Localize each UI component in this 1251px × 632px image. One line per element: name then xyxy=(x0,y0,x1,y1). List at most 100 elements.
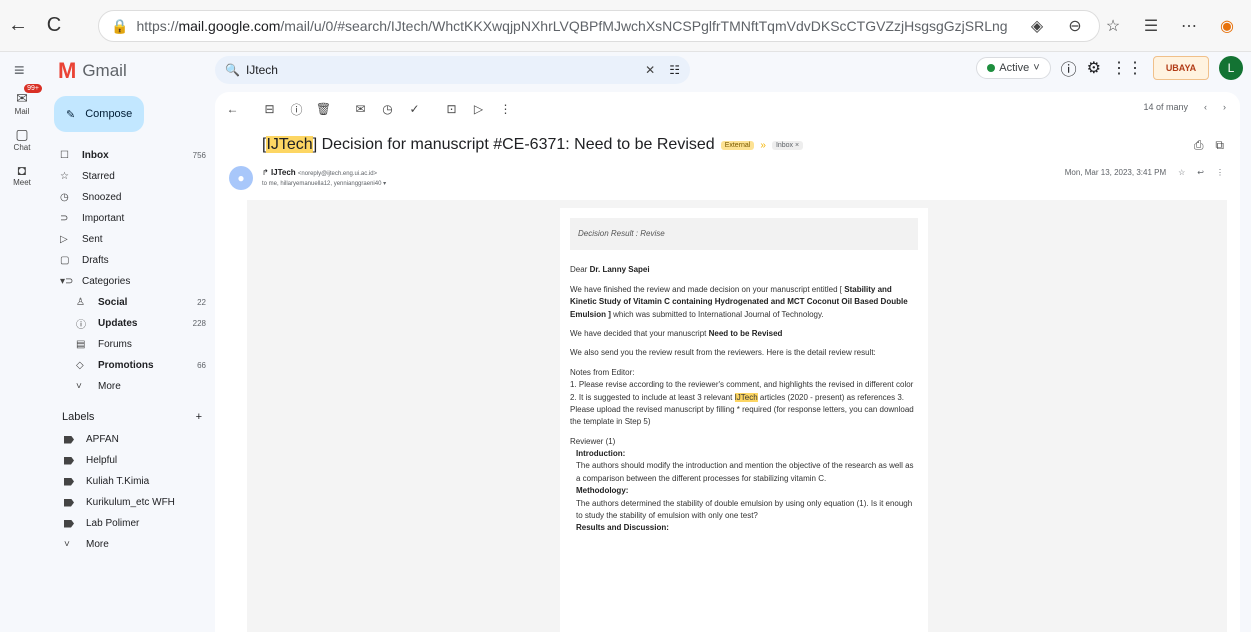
message-date: Mon, Mar 13, 2023, 3:41 PM xyxy=(1064,168,1167,177)
move-to-icon[interactable]: ⊡ xyxy=(438,102,465,116)
search-icon[interactable]: 🔍 xyxy=(225,63,240,77)
copilot-icon[interactable]: ◉ xyxy=(1211,10,1243,42)
avatar[interactable]: L xyxy=(1219,56,1243,80)
delete-icon[interactable]: 🗑 xyxy=(310,102,337,116)
folder-label: Important xyxy=(82,213,125,224)
subject-text: [IJTech] Decision for manuscript #CE-637… xyxy=(262,136,715,153)
report-spam-icon[interactable]: ⓘ xyxy=(283,101,310,118)
compose-button[interactable]: ✎ Compose xyxy=(54,96,144,132)
archive-icon[interactable]: ⊟ xyxy=(256,102,283,116)
inbox-icon: ☐ xyxy=(60,150,69,161)
left-rail: ✉ 99+ Mail ▢ Chat ◘ Meet xyxy=(0,84,44,632)
important-marker-icon[interactable]: » xyxy=(760,140,766,151)
status-label: Active xyxy=(999,62,1030,74)
tracking-icon[interactable]: ◈ xyxy=(1021,10,1053,42)
more-label: More xyxy=(86,539,109,550)
category-updates[interactable]: ⓘ Updates 228 xyxy=(54,313,214,334)
folder-label: Snoozed xyxy=(82,192,122,203)
more-options-icon[interactable]: ⋮ xyxy=(492,102,519,116)
more-dots-icon[interactable]: ⋯ xyxy=(1173,10,1205,42)
folder-label: Sent xyxy=(82,234,103,245)
sender-avatar[interactable]: ● xyxy=(229,166,253,190)
folder-inbox[interactable]: ☐ Inbox 756 xyxy=(54,145,214,166)
rail-item-chat[interactable]: ▢ Chat xyxy=(0,126,44,152)
back-arrow-icon[interactable]: ← xyxy=(0,8,36,44)
gmail-m-icon: M xyxy=(58,58,77,83)
lock-icon: 🔒 xyxy=(111,17,129,34)
rail-item-meet[interactable]: ◘ Meet xyxy=(0,162,44,187)
print-icon[interactable]: ⎙ xyxy=(1194,138,1204,153)
p1-suffix: which was submitted to International Jou… xyxy=(613,309,824,319)
folder-label: Starred xyxy=(82,171,115,182)
folder-drafts[interactable]: ▢ Drafts xyxy=(54,250,214,271)
pencil-icon: ✎ xyxy=(66,108,76,121)
more-labels[interactable]: ˅ More xyxy=(54,534,214,555)
label-tag-icon xyxy=(64,477,74,486)
label-item[interactable]: APFAN xyxy=(54,429,214,450)
reply-icon[interactable]: ↩ xyxy=(1197,168,1204,177)
prev-icon[interactable]: ‹ xyxy=(1204,102,1207,112)
next-icon[interactable]: › xyxy=(1223,102,1226,112)
search-options-icon[interactable]: ☷ xyxy=(669,63,680,77)
url-prefix: https:// xyxy=(136,18,179,34)
rail-label: Meet xyxy=(13,178,31,187)
browser-actions: ◈ ⊖ ☆ ☰ ⋯ ◉ xyxy=(1021,10,1243,42)
label-icon[interactable]: ▷ xyxy=(465,102,492,116)
message-pane: ← ⊟ ⓘ 🗑 ✉ ◷ ✓ ⊡ ▷ ⋮ 14 of many ‹ › [IJTe… xyxy=(215,92,1240,632)
org-logo[interactable]: UBAYA xyxy=(1153,56,1209,80)
folder-sent[interactable]: ▷ Sent xyxy=(54,229,214,250)
recipients[interactable]: to me, hillaryemanuella12, yennianggraen… xyxy=(262,180,386,187)
rail-label: Chat xyxy=(13,143,31,152)
address-bar[interactable]: 🔒 https://mail.google.com/mail/u/0/#sear… xyxy=(98,10,1100,42)
message-toolbar: ← ⊟ ⓘ 🗑 ✉ ◷ ✓ ⊡ ▷ ⋮ xyxy=(215,96,1240,122)
more-vert-icon[interactable]: ⋮ xyxy=(1216,168,1224,177)
back-to-list-icon[interactable]: ← xyxy=(219,102,246,116)
clock-icon: ◷ xyxy=(60,192,69,203)
category-social[interactable]: ♙ Social 22 xyxy=(54,292,214,313)
paragraph-1: We have finished the review and made dec… xyxy=(570,284,918,321)
label-item[interactable]: Helpful xyxy=(54,450,214,471)
category-forums[interactable]: ▤ Forums xyxy=(54,334,214,355)
status-selector[interactable]: Active ˅ xyxy=(976,57,1051,79)
folder-label: Inbox xyxy=(82,150,109,161)
paragraph-3: We also send you the review result from … xyxy=(570,348,876,358)
folder-starred[interactable]: ☆ Starred xyxy=(54,166,214,187)
help-icon[interactable]: ⓘ xyxy=(1061,56,1077,80)
folder-categories[interactable]: ▾⊃ Categories xyxy=(54,271,214,292)
add-task-icon[interactable]: ✓ xyxy=(401,102,428,116)
favorite-star-icon[interactable]: ☆ xyxy=(1097,10,1129,42)
label-item[interactable]: Lab Polimer xyxy=(54,513,214,534)
label-item[interactable]: Kurikulum_etc WFH xyxy=(54,492,214,513)
apps-grid-icon[interactable]: ⋮⋮ xyxy=(1111,58,1143,78)
favorites-list-icon[interactable]: ☰ xyxy=(1135,10,1167,42)
mark-unread-icon[interactable]: ✉ xyxy=(347,102,374,116)
rail-item-mail[interactable]: ✉ 99+ Mail xyxy=(0,84,44,116)
folder-snoozed[interactable]: ◷ Snoozed xyxy=(54,187,214,208)
snooze-icon[interactable]: ◷ xyxy=(374,102,401,116)
draft-icon: ▢ xyxy=(60,255,70,266)
clear-search-icon[interactable]: ✕ xyxy=(645,63,655,77)
settings-gear-icon[interactable]: ⚙ xyxy=(1087,58,1101,78)
label-name: APFAN xyxy=(86,434,119,445)
main-menu-icon[interactable]: ≡ xyxy=(14,60,25,81)
more-folders[interactable]: ˅ More xyxy=(54,376,214,397)
message-card: Decision Result : Revise Dear Dr. Lanny … xyxy=(560,208,928,632)
folder-count: 228 xyxy=(192,319,206,328)
star-icon[interactable]: ☆ xyxy=(1178,168,1185,177)
open-new-window-icon[interactable]: ⧉ xyxy=(1215,138,1224,153)
search-input[interactable]: IJtech xyxy=(246,63,645,77)
folder-important[interactable]: ⊃ Important xyxy=(54,208,214,229)
url-host: mail.google.com xyxy=(178,18,281,34)
intro-head: Introduction: xyxy=(576,449,626,459)
zoom-icon[interactable]: ⊖ xyxy=(1059,10,1091,42)
label-item[interactable]: Kuliah T.Kimia xyxy=(54,471,214,492)
gmail-logo[interactable]: M Gmail xyxy=(58,58,127,84)
search-bar[interactable]: 🔍 IJtech ✕ ☷ xyxy=(215,56,690,84)
add-label-icon[interactable]: + xyxy=(196,411,202,423)
inbox-chip[interactable]: Inbox × xyxy=(771,140,804,150)
folder-count: 66 xyxy=(197,361,206,370)
reload-icon[interactable]: C xyxy=(36,8,72,44)
sender-name[interactable]: IJTech xyxy=(271,168,296,177)
editor-notes: Notes from Editor: 1. Please revise accor… xyxy=(570,367,918,429)
category-promotions[interactable]: ◇ Promotions 66 xyxy=(54,355,214,376)
